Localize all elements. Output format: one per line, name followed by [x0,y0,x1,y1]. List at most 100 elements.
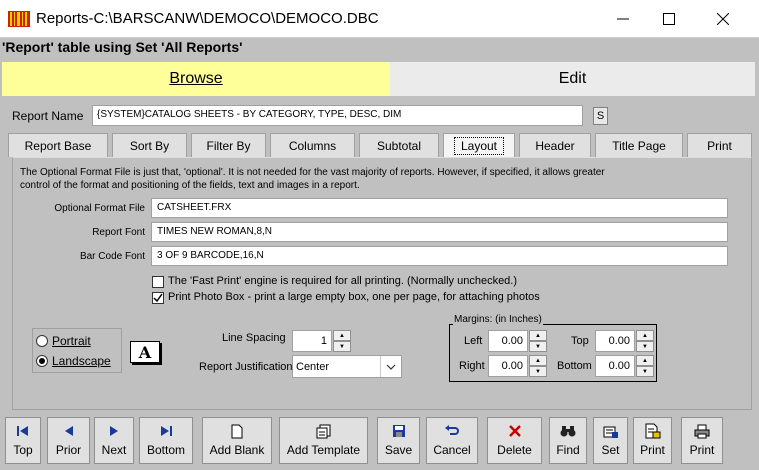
system-s-button[interactable]: S [593,107,608,125]
spin-up-icon[interactable]: ▲ [529,355,547,366]
tab-print[interactable]: Print [687,133,752,157]
margin-top-field[interactable]: 0.00 [595,330,635,352]
margins-title: Margins: (in Inches) [453,314,543,325]
binoculars-icon [560,422,576,440]
line-spacing-spinner[interactable]: ▲ ▼ [333,330,351,352]
find-button[interactable]: Find [549,417,587,464]
close-button[interactable] [700,0,746,38]
margin-bottom-field[interactable]: 0.00 [595,355,635,377]
margin-left-field[interactable]: 0.00 [488,330,528,352]
print-report-button[interactable]: Print [633,417,672,464]
tab-layout-label: Layout [453,136,505,155]
chevron-down-icon[interactable] [380,356,401,377]
spin-down-icon[interactable]: ▼ [529,341,547,352]
line-spacing-label: Line Spacing [222,332,286,344]
portrait-radio[interactable] [36,335,48,347]
fast-print-checkbox[interactable] [152,276,164,288]
line-spacing-field[interactable]: 1 [292,330,332,352]
format-file-description: The Optional Format File is just that, '… [20,167,605,191]
table-set-heading: 'Report' table using Set 'All Reports' [2,39,243,55]
maximize-button[interactable] [646,0,692,38]
spin-down-icon[interactable]: ▼ [333,341,351,352]
tab-columns[interactable]: Columns [270,133,355,157]
tab-filter-by[interactable]: Filter By [191,133,266,157]
template-icon [316,422,331,440]
blank-page-icon [231,422,243,440]
tab-subtotal[interactable]: Subtotal [359,133,439,157]
margin-right-label: Right [459,360,485,372]
report-font-field[interactable]: TIMES NEW ROMAN,8,N [151,222,728,242]
spin-up-icon[interactable]: ▲ [529,330,547,341]
last-record-icon [159,422,173,440]
margin-right-field[interactable]: 0.00 [488,355,528,377]
close-icon [717,13,729,25]
format-file-label: Optional Format File [54,203,145,214]
justification-label: Report Justification [199,361,293,373]
spin-down-icon[interactable]: ▼ [529,366,547,377]
save-button[interactable]: Save [377,417,420,464]
first-record-icon [16,422,30,440]
report-print-icon [645,422,661,440]
margin-left-label: Left [464,335,483,347]
cancel-button[interactable]: Cancel [426,417,478,464]
spin-up-icon[interactable]: ▲ [636,355,654,366]
landscape-radio[interactable] [36,355,48,367]
browse-mode-tab[interactable]: Browse [2,62,390,96]
margin-left-spinner[interactable]: ▲ ▼ [529,330,547,352]
font-a-icon[interactable]: A [130,341,160,363]
margin-top-label: Top [571,335,589,347]
report-name-field[interactable]: {SYSTEM}CATALOG SHEETS - BY CATEGORY, TY… [92,105,583,126]
find-label: Find [556,443,580,457]
format-file-field[interactable]: CATSHEET.FRX [151,198,728,218]
delete-x-icon [508,422,522,440]
next-label: Next [101,443,127,457]
set-label: Set [601,443,620,457]
portrait-label: Portrait [52,334,91,348]
tab-title-page[interactable]: Title Page [595,133,683,157]
edit-mode-tab[interactable]: Edit [390,62,755,96]
barcode-app-icon [8,9,30,29]
bottom-label: Bottom [146,443,185,457]
add-template-label: Add Template [286,443,361,457]
bottom-button[interactable]: Bottom [139,417,193,464]
delete-label: Delete [497,443,532,457]
set-icon [603,422,619,440]
barcode-font-field[interactable]: 3 OF 9 BARCODE,16,N [151,246,728,266]
prior-label: Prior [55,443,82,457]
report-name-label: Report Name [12,109,84,123]
fast-print-label: The 'Fast Print' engine is required for … [168,275,518,287]
tab-report-base[interactable]: Report Base [8,133,108,157]
checkmark-icon [153,293,163,303]
spin-up-icon[interactable]: ▲ [333,330,351,341]
previous-icon [63,422,75,440]
tab-header[interactable]: Header [519,133,591,157]
print-button[interactable]: Print [681,417,723,464]
add-blank-button[interactable]: Add Blank [202,417,272,464]
minimize-button[interactable] [600,0,646,38]
tab-layout[interactable]: Layout [443,133,515,157]
tab-sort-by[interactable]: Sort By [112,133,187,157]
margin-top-spinner[interactable]: ▲ ▼ [636,330,654,352]
spin-up-icon[interactable]: ▲ [636,330,654,341]
margin-right-spinner[interactable]: ▲ ▼ [529,355,547,377]
photo-box-checkbox[interactable] [152,292,164,304]
prior-button[interactable]: Prior [47,417,90,464]
delete-button[interactable]: Delete [487,417,542,464]
spin-down-icon[interactable]: ▼ [636,366,654,377]
radio-selected-dot [39,358,45,364]
margin-bottom-label: Bottom [557,360,592,372]
margin-bottom-spinner[interactable]: ▲ ▼ [636,355,654,377]
add-template-button[interactable]: Add Template [279,417,368,464]
next-button[interactable]: Next [94,417,134,464]
set-button[interactable]: Set [593,417,628,464]
maximize-icon [663,13,675,25]
print-report-label: Print [640,443,665,457]
top-button[interactable]: Top [5,417,41,464]
add-blank-label: Add Blank [209,443,265,457]
barcode-font-label: Bar Code Font [79,251,145,262]
spin-down-icon[interactable]: ▼ [636,341,654,352]
photo-box-label: Print Photo Box - print a large empty bo… [168,291,540,303]
cancel-label: Cancel [433,443,471,457]
print-label: Print [689,443,715,457]
undo-icon [444,422,460,440]
